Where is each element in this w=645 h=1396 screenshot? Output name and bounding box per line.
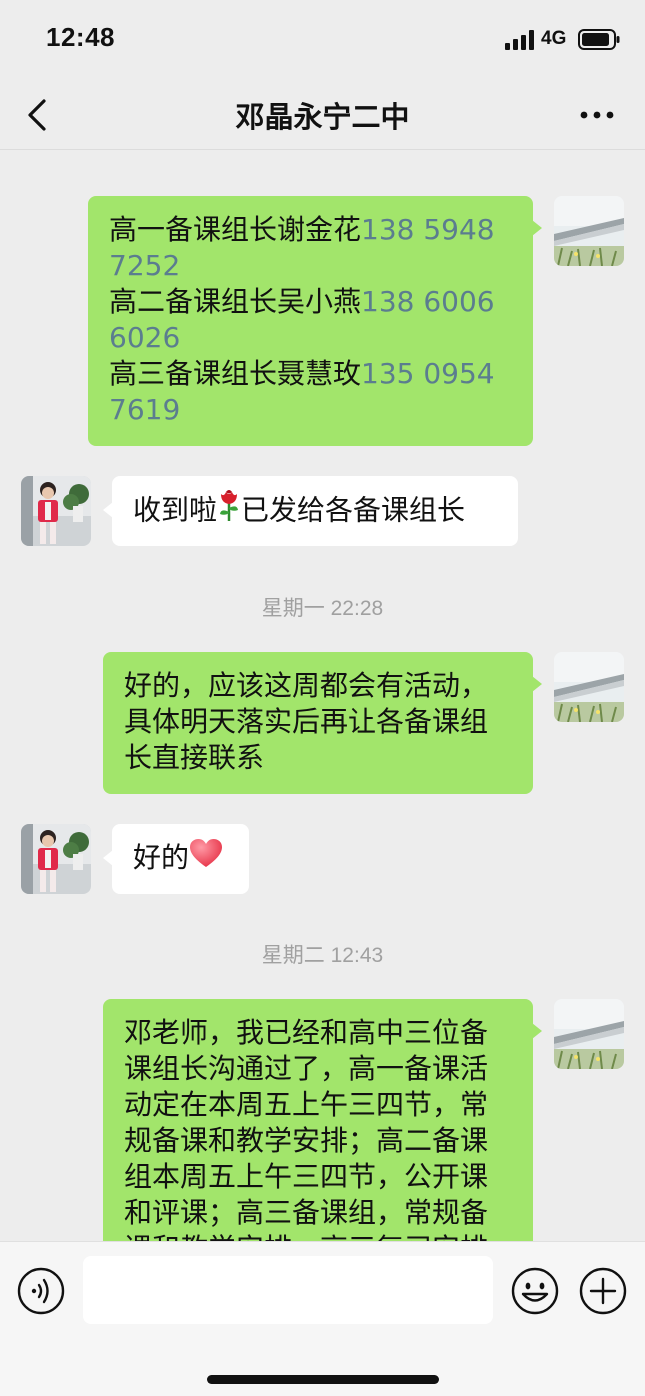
message-line: 课组长沟通过了，高一备课活: [124, 1052, 489, 1085]
message-bubble-5[interactable]: 邓老师，我已经和高中三位备 课组长沟通过了，高一备课活 动定在本周五上午三四节，…: [103, 999, 542, 1241]
message-line: 7619: [109, 392, 512, 428]
input-bar: [0, 1241, 645, 1396]
home-indicator[interactable]: [207, 1375, 439, 1384]
nav-bar: 邓晶永宁二中: [0, 80, 645, 150]
chat-title: 邓晶永宁二中: [235, 100, 410, 134]
message-bubble-2[interactable]: 收到啦 已发给各备课组长: [103, 476, 518, 546]
message-line: 规备课和教学安排；高二备课: [124, 1124, 489, 1157]
rose-icon: [217, 490, 241, 531]
my-avatar[interactable]: [554, 999, 624, 1069]
plus-icon[interactable]: [579, 1267, 627, 1315]
message-line: 好的，应该这周都会有活动，: [124, 669, 489, 702]
my-avatar[interactable]: [554, 652, 624, 722]
message-line: 高三备课组长聂慧玫135 0954: [109, 357, 495, 390]
message-bubble-3[interactable]: 好的，应该这周都会有活动， 具体明天落实后再让各备课组 长直接联系: [103, 652, 542, 794]
contact-avatar[interactable]: [21, 476, 91, 546]
signal-icon: [505, 30, 534, 50]
emoji-icon[interactable]: [511, 1267, 559, 1315]
phone-link[interactable]: 138 6006: [361, 285, 495, 318]
more-options-icon[interactable]: [578, 103, 616, 127]
status-time: 12:48: [46, 22, 115, 52]
message-line: 组本周五上午三四节，公开课: [124, 1160, 489, 1193]
message-line: 邓老师，我已经和高中三位备: [124, 1016, 489, 1049]
contact-avatar[interactable]: [21, 824, 91, 894]
phone-link[interactable]: 7619: [109, 393, 180, 426]
battery-icon: [578, 29, 620, 50]
message-line: 高一备课组长谢金花138 5948: [109, 213, 495, 246]
chat-area[interactable]: 高一备课组长谢金花138 5948 7252 高二备课组长吴小燕138 6006…: [0, 151, 645, 1241]
timestamp: 星期一 22:28: [261, 597, 384, 620]
message-bubble-1[interactable]: 高一备课组长谢金花138 5948 7252 高二备课组长吴小燕138 6006…: [88, 196, 542, 446]
phone-link[interactable]: 135 0954: [361, 357, 495, 390]
message-line: 具体明天落实后再让各备课组: [124, 705, 489, 738]
message-line: 课和教学安排，高三复习安排: [124, 1231, 512, 1241]
message-line: 6026: [109, 320, 512, 356]
network-type: 4G: [541, 28, 567, 49]
heart-icon: [189, 839, 223, 877]
phone-link[interactable]: 6026: [109, 321, 180, 354]
message-line: 高二备课组长吴小燕138 6006: [109, 285, 495, 318]
status-bar: 12:48 4G: [0, 0, 645, 80]
phone-link[interactable]: 7252: [109, 249, 180, 282]
my-avatar[interactable]: [554, 196, 624, 266]
message-line: 7252: [109, 248, 512, 284]
message-line: 和评课；高三备课组，常规备: [124, 1196, 489, 1229]
timestamp: 星期二 12:43: [261, 944, 384, 967]
message-line: 长直接联系: [124, 741, 265, 774]
voice-icon[interactable]: [17, 1267, 65, 1315]
message-input[interactable]: [83, 1256, 493, 1324]
message-bubble-4[interactable]: 好的: [103, 824, 249, 894]
phone-link[interactable]: 138 5948: [361, 213, 495, 246]
message-line: 动定在本周五上午三四节，常: [124, 1088, 489, 1121]
